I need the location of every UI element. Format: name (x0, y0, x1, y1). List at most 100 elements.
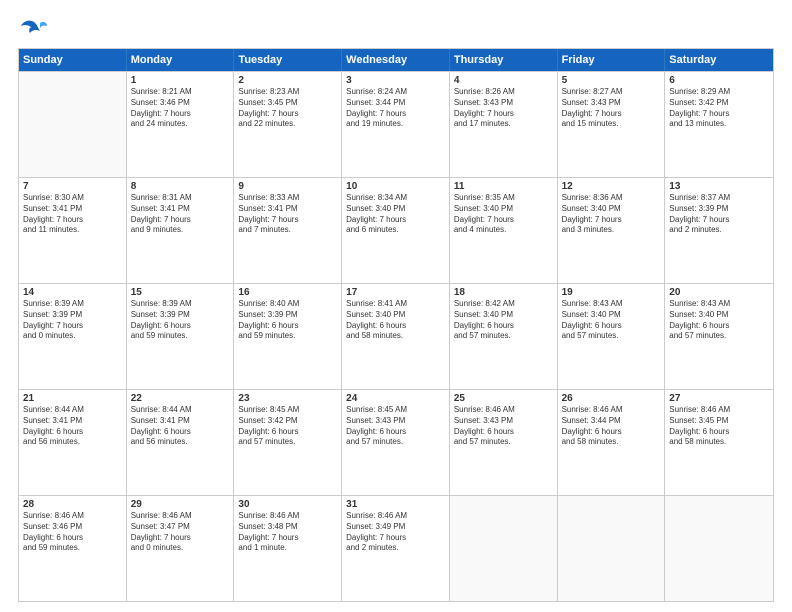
cell-date: 14 (23, 287, 122, 298)
header-day-saturday: Saturday (665, 49, 773, 71)
cell-date: 20 (669, 287, 769, 298)
cell-info: Sunrise: 8:44 AMSunset: 3:41 PMDaylight:… (131, 405, 230, 448)
cell-info: Sunrise: 8:46 AMSunset: 3:46 PMDaylight:… (23, 511, 122, 554)
calendar-cell: 7Sunrise: 8:30 AMSunset: 3:41 PMDaylight… (19, 178, 127, 283)
cell-date: 29 (131, 499, 230, 510)
header-day-friday: Friday (558, 49, 666, 71)
calendar-cell (558, 496, 666, 601)
cell-info: Sunrise: 8:27 AMSunset: 3:43 PMDaylight:… (562, 87, 661, 130)
cell-info: Sunrise: 8:43 AMSunset: 3:40 PMDaylight:… (669, 299, 769, 342)
cell-info: Sunrise: 8:46 AMSunset: 3:43 PMDaylight:… (454, 405, 553, 448)
cell-date: 15 (131, 287, 230, 298)
calendar-cell: 25Sunrise: 8:46 AMSunset: 3:43 PMDayligh… (450, 390, 558, 495)
cell-info: Sunrise: 8:46 AMSunset: 3:45 PMDaylight:… (669, 405, 769, 448)
cell-info: Sunrise: 8:36 AMSunset: 3:40 PMDaylight:… (562, 193, 661, 236)
cell-info: Sunrise: 8:42 AMSunset: 3:40 PMDaylight:… (454, 299, 553, 342)
calendar-cell: 6Sunrise: 8:29 AMSunset: 3:42 PMDaylight… (665, 72, 773, 177)
cell-date: 7 (23, 181, 122, 192)
cell-info: Sunrise: 8:44 AMSunset: 3:41 PMDaylight:… (23, 405, 122, 448)
cell-date: 1 (131, 75, 230, 86)
header-day-sunday: Sunday (19, 49, 127, 71)
cell-info: Sunrise: 8:24 AMSunset: 3:44 PMDaylight:… (346, 87, 445, 130)
cell-info: Sunrise: 8:34 AMSunset: 3:40 PMDaylight:… (346, 193, 445, 236)
calendar-cell: 9Sunrise: 8:33 AMSunset: 3:41 PMDaylight… (234, 178, 342, 283)
calendar-row-4: 28Sunrise: 8:46 AMSunset: 3:46 PMDayligh… (19, 495, 773, 601)
cell-info: Sunrise: 8:35 AMSunset: 3:40 PMDaylight:… (454, 193, 553, 236)
cell-date: 13 (669, 181, 769, 192)
calendar-row-1: 7Sunrise: 8:30 AMSunset: 3:41 PMDaylight… (19, 177, 773, 283)
cell-info: Sunrise: 8:37 AMSunset: 3:39 PMDaylight:… (669, 193, 769, 236)
cell-date: 8 (131, 181, 230, 192)
header-day-tuesday: Tuesday (234, 49, 342, 71)
calendar-cell: 2Sunrise: 8:23 AMSunset: 3:45 PMDaylight… (234, 72, 342, 177)
calendar-cell: 19Sunrise: 8:43 AMSunset: 3:40 PMDayligh… (558, 284, 666, 389)
cell-date: 22 (131, 393, 230, 404)
cell-info: Sunrise: 8:39 AMSunset: 3:39 PMDaylight:… (23, 299, 122, 342)
cell-date: 16 (238, 287, 337, 298)
calendar-cell: 30Sunrise: 8:46 AMSunset: 3:48 PMDayligh… (234, 496, 342, 601)
cell-date: 12 (562, 181, 661, 192)
cell-date: 5 (562, 75, 661, 86)
header-day-thursday: Thursday (450, 49, 558, 71)
calendar-cell: 5Sunrise: 8:27 AMSunset: 3:43 PMDaylight… (558, 72, 666, 177)
cell-info: Sunrise: 8:43 AMSunset: 3:40 PMDaylight:… (562, 299, 661, 342)
cell-info: Sunrise: 8:46 AMSunset: 3:49 PMDaylight:… (346, 511, 445, 554)
calendar-cell: 1Sunrise: 8:21 AMSunset: 3:46 PMDaylight… (127, 72, 235, 177)
calendar-cell: 27Sunrise: 8:46 AMSunset: 3:45 PMDayligh… (665, 390, 773, 495)
cell-date: 30 (238, 499, 337, 510)
cell-date: 26 (562, 393, 661, 404)
calendar-cell: 23Sunrise: 8:45 AMSunset: 3:42 PMDayligh… (234, 390, 342, 495)
cell-info: Sunrise: 8:30 AMSunset: 3:41 PMDaylight:… (23, 193, 122, 236)
cell-date: 24 (346, 393, 445, 404)
cell-info: Sunrise: 8:26 AMSunset: 3:43 PMDaylight:… (454, 87, 553, 130)
cell-info: Sunrise: 8:23 AMSunset: 3:45 PMDaylight:… (238, 87, 337, 130)
calendar-cell: 16Sunrise: 8:40 AMSunset: 3:39 PMDayligh… (234, 284, 342, 389)
calendar-cell: 11Sunrise: 8:35 AMSunset: 3:40 PMDayligh… (450, 178, 558, 283)
cell-info: Sunrise: 8:33 AMSunset: 3:41 PMDaylight:… (238, 193, 337, 236)
logo (18, 18, 48, 40)
calendar-cell: 17Sunrise: 8:41 AMSunset: 3:40 PMDayligh… (342, 284, 450, 389)
calendar-row-2: 14Sunrise: 8:39 AMSunset: 3:39 PMDayligh… (19, 283, 773, 389)
logo-bird-icon (20, 18, 48, 40)
cell-info: Sunrise: 8:41 AMSunset: 3:40 PMDaylight:… (346, 299, 445, 342)
calendar-cell: 14Sunrise: 8:39 AMSunset: 3:39 PMDayligh… (19, 284, 127, 389)
header-day-wednesday: Wednesday (342, 49, 450, 71)
calendar-cell: 12Sunrise: 8:36 AMSunset: 3:40 PMDayligh… (558, 178, 666, 283)
calendar-cell: 31Sunrise: 8:46 AMSunset: 3:49 PMDayligh… (342, 496, 450, 601)
cell-date: 31 (346, 499, 445, 510)
calendar-cell: 28Sunrise: 8:46 AMSunset: 3:46 PMDayligh… (19, 496, 127, 601)
calendar-cell: 8Sunrise: 8:31 AMSunset: 3:41 PMDaylight… (127, 178, 235, 283)
calendar-cell: 26Sunrise: 8:46 AMSunset: 3:44 PMDayligh… (558, 390, 666, 495)
calendar-cell: 10Sunrise: 8:34 AMSunset: 3:40 PMDayligh… (342, 178, 450, 283)
cell-date: 10 (346, 181, 445, 192)
calendar-cell: 3Sunrise: 8:24 AMSunset: 3:44 PMDaylight… (342, 72, 450, 177)
cell-date: 21 (23, 393, 122, 404)
cell-date: 2 (238, 75, 337, 86)
calendar-header: SundayMondayTuesdayWednesdayThursdayFrid… (19, 49, 773, 71)
cell-info: Sunrise: 8:29 AMSunset: 3:42 PMDaylight:… (669, 87, 769, 130)
calendar-cell: 21Sunrise: 8:44 AMSunset: 3:41 PMDayligh… (19, 390, 127, 495)
cell-date: 4 (454, 75, 553, 86)
cell-date: 9 (238, 181, 337, 192)
cell-info: Sunrise: 8:21 AMSunset: 3:46 PMDaylight:… (131, 87, 230, 130)
cell-date: 25 (454, 393, 553, 404)
cell-info: Sunrise: 8:39 AMSunset: 3:39 PMDaylight:… (131, 299, 230, 342)
calendar-cell: 18Sunrise: 8:42 AMSunset: 3:40 PMDayligh… (450, 284, 558, 389)
header-day-monday: Monday (127, 49, 235, 71)
cell-date: 6 (669, 75, 769, 86)
page: SundayMondayTuesdayWednesdayThursdayFrid… (0, 0, 792, 612)
cell-date: 17 (346, 287, 445, 298)
calendar-cell: 29Sunrise: 8:46 AMSunset: 3:47 PMDayligh… (127, 496, 235, 601)
cell-info: Sunrise: 8:31 AMSunset: 3:41 PMDaylight:… (131, 193, 230, 236)
calendar-cell (665, 496, 773, 601)
calendar-cell: 22Sunrise: 8:44 AMSunset: 3:41 PMDayligh… (127, 390, 235, 495)
cell-date: 11 (454, 181, 553, 192)
cell-info: Sunrise: 8:45 AMSunset: 3:43 PMDaylight:… (346, 405, 445, 448)
calendar-cell: 13Sunrise: 8:37 AMSunset: 3:39 PMDayligh… (665, 178, 773, 283)
calendar-cell: 24Sunrise: 8:45 AMSunset: 3:43 PMDayligh… (342, 390, 450, 495)
cell-date: 19 (562, 287, 661, 298)
cell-date: 3 (346, 75, 445, 86)
cell-info: Sunrise: 8:45 AMSunset: 3:42 PMDaylight:… (238, 405, 337, 448)
cell-date: 18 (454, 287, 553, 298)
cell-date: 27 (669, 393, 769, 404)
